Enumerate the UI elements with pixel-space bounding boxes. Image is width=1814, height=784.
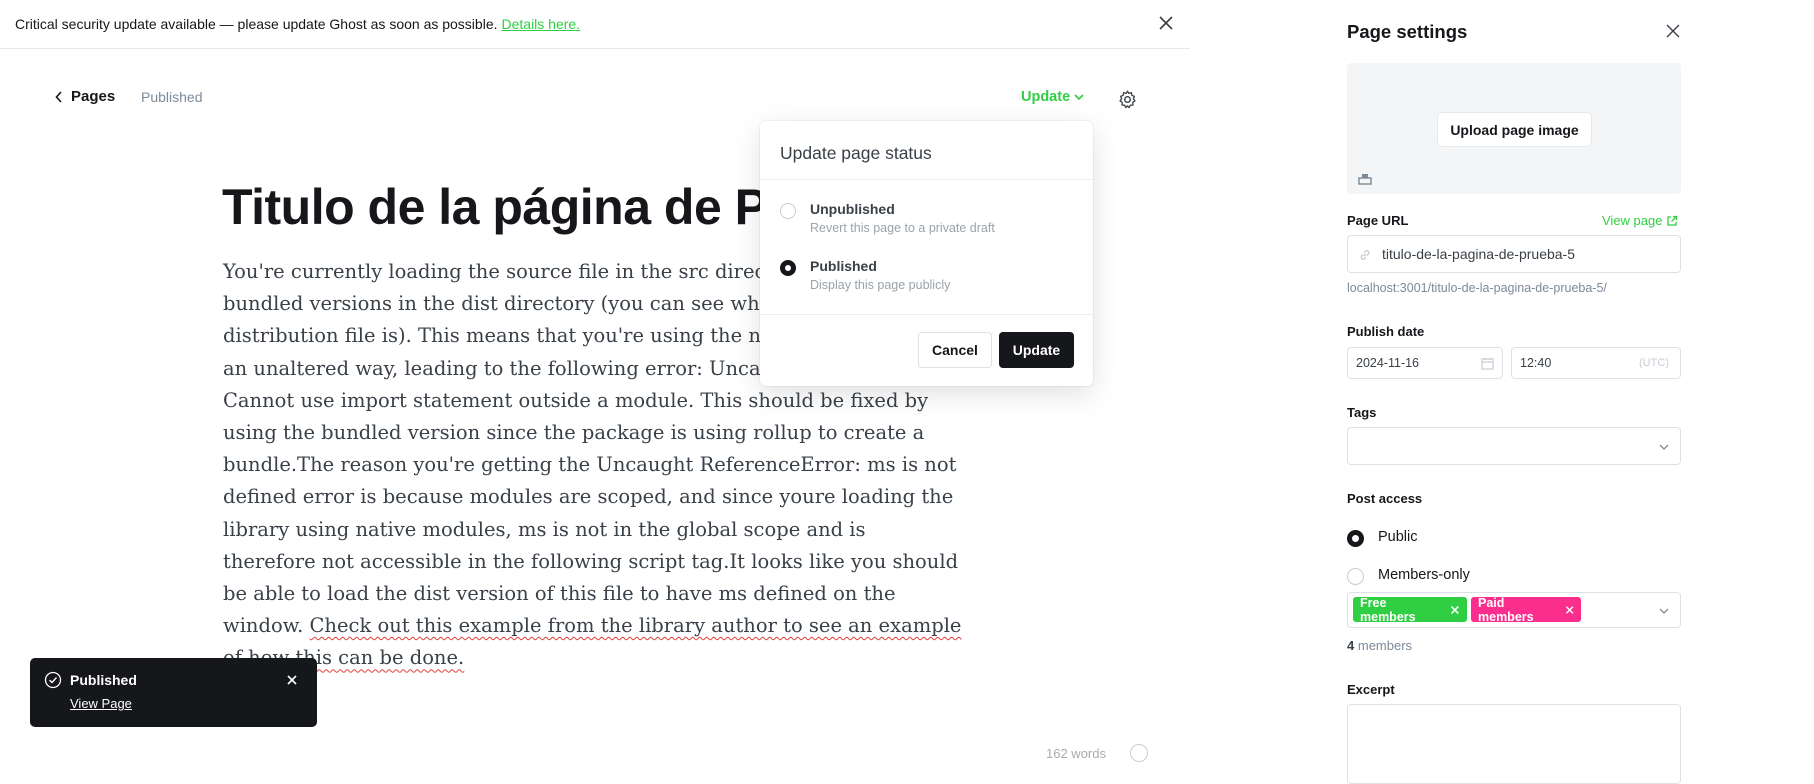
divider [760, 314, 1093, 315]
members-count: 4 members [1347, 638, 1412, 653]
update-banner: Critical security update available — ple… [0, 0, 1190, 49]
option-label: Unpublished [810, 201, 895, 217]
published-radio[interactable] [780, 260, 796, 276]
help-icon[interactable] [1130, 744, 1148, 762]
word-count: 162 words [1046, 746, 1106, 761]
popup-title: Update page status [780, 143, 932, 163]
option-label: Published [810, 258, 877, 274]
external-link-icon [1667, 215, 1678, 226]
publish-date-input[interactable]: 2024-11-16 [1347, 347, 1503, 379]
close-icon[interactable] [1156, 13, 1176, 33]
published-toast: Published View Page [30, 658, 317, 727]
page-url-label: Page URL [1347, 213, 1409, 228]
post-status: Published [141, 89, 203, 105]
back-label: Pages [71, 88, 116, 105]
page-url-hint: localhost:3001/titulo-de-la-pagina-de-pr… [1347, 281, 1607, 295]
members-only-radio[interactable] [1347, 568, 1364, 585]
update-dropdown-button[interactable]: Update [1021, 89, 1084, 105]
timezone-label: (UTC) [1639, 357, 1669, 369]
back-to-pages-link[interactable]: Pages [55, 88, 115, 105]
toast-title: Published [70, 672, 137, 688]
tier-tag-free: Free members [1353, 595, 1467, 624]
cancel-button[interactable]: Cancel [918, 332, 992, 368]
unpublished-radio[interactable] [780, 203, 796, 219]
view-page-label: View page [1602, 213, 1663, 228]
time-value: 12:40 [1520, 356, 1552, 370]
option-description: Revert this page to a private draft [810, 221, 995, 235]
option-description: Display this page publicly [810, 278, 951, 292]
banner-details-link[interactable]: Details here. [502, 16, 581, 32]
upload-page-image-button[interactable]: Upload page image [1437, 112, 1592, 147]
publish-date-label: Publish date [1347, 324, 1425, 339]
close-icon[interactable] [285, 673, 299, 687]
page-url-input[interactable]: titulo-de-la-pagina-de-prueba-5 [1347, 235, 1681, 273]
toast-view-page-link[interactable]: View Page [70, 696, 132, 711]
excerpt-label: Excerpt [1347, 682, 1395, 697]
access-option-label: Public [1378, 529, 1418, 545]
page-url-value: titulo-de-la-pagina-de-prueba-5 [1382, 246, 1576, 262]
update-button[interactable]: Update [999, 332, 1074, 368]
update-label: Update [1021, 89, 1071, 105]
tier-label: Free members [1360, 595, 1416, 624]
link-icon [1360, 250, 1370, 260]
access-option-label: Members-only [1378, 567, 1470, 583]
calendar-icon[interactable] [1481, 357, 1494, 370]
post-access-label: Post access [1347, 491, 1423, 506]
image-icon [1358, 174, 1372, 185]
banner-message: Critical security update available — ple… [15, 16, 498, 32]
chevron-down-icon [1074, 94, 1084, 101]
update-status-popup: Update page status Unpublished Revert th… [760, 121, 1093, 386]
chevron-left-icon [55, 90, 62, 103]
publish-time-input[interactable]: 12:40 (UTC) [1511, 347, 1681, 379]
remove-tag-icon[interactable] [1565, 605, 1574, 615]
excerpt-textarea[interactable] [1347, 704, 1681, 784]
view-page-link[interactable]: View page [1602, 213, 1678, 228]
chevron-down-icon [1659, 444, 1669, 450]
tier-tag-paid: Paid members [1471, 595, 1581, 624]
tags-input[interactable] [1347, 427, 1681, 465]
members-suffix: members [1357, 638, 1413, 653]
chevron-down-icon [1659, 608, 1669, 614]
divider [760, 179, 1093, 180]
close-icon[interactable] [1665, 23, 1681, 39]
tier-label: Paid members [1478, 595, 1534, 624]
public-radio[interactable] [1347, 530, 1364, 547]
gear-icon[interactable] [1117, 89, 1138, 110]
settings-title: Page settings [1347, 21, 1468, 42]
date-value: 2024-11-16 [1356, 356, 1420, 370]
members-number: 4 [1347, 638, 1355, 653]
remove-tag-icon[interactable] [1450, 605, 1460, 615]
body-underlined-sentence: Check out this example from the library … [223, 614, 962, 670]
tags-label: Tags [1347, 405, 1377, 420]
check-circle-icon [44, 671, 62, 689]
